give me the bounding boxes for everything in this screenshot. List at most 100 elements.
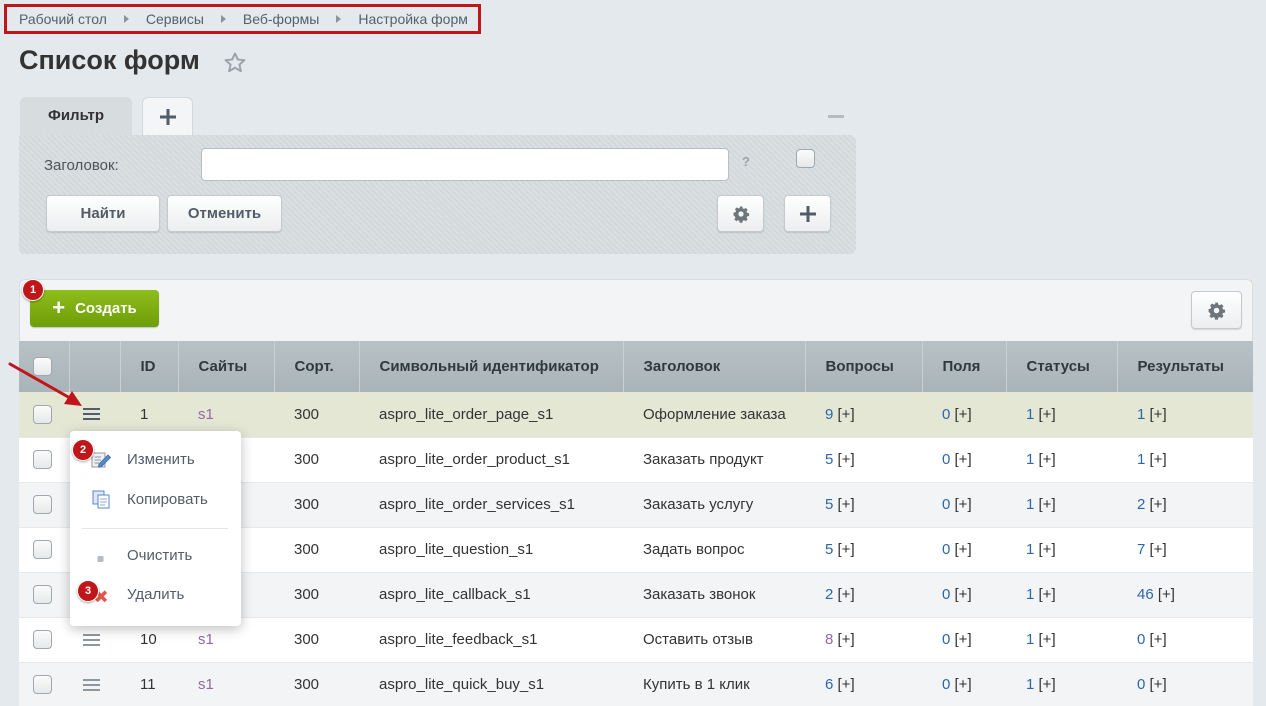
statuses-link[interactable]: 1 — [1026, 541, 1034, 558]
row-checkbox[interactable] — [33, 450, 52, 469]
add-field-link[interactable]: [+] — [955, 631, 972, 648]
add-question-link[interactable]: [+] — [838, 676, 855, 693]
add-status-link[interactable]: [+] — [1039, 676, 1056, 693]
questions-link[interactable]: 5 — [825, 541, 833, 558]
add-field-link[interactable]: [+] — [955, 676, 972, 693]
add-field-link[interactable]: [+] — [955, 451, 972, 468]
statuses-link[interactable]: 1 — [1026, 406, 1034, 423]
site-link[interactable]: s1 — [198, 631, 214, 648]
breadcrumb-form-settings[interactable]: Настройка форм — [358, 11, 468, 27]
add-result-link[interactable]: [+] — [1150, 676, 1167, 693]
add-field-link[interactable]: [+] — [955, 586, 972, 603]
add-question-link[interactable]: [+] — [838, 451, 855, 468]
add-result-link[interactable]: [+] — [1158, 586, 1175, 603]
menu-item-clear[interactable]: Очистить — [70, 537, 241, 573]
add-field-link[interactable]: [+] — [955, 406, 972, 423]
row-checkbox[interactable] — [33, 495, 52, 514]
add-question-link[interactable]: [+] — [838, 586, 855, 603]
table-row[interactable]: 11 s1 300 aspro_lite_quick_buy_s1 Купить в 1… — [19, 662, 1253, 706]
breadcrumb-services[interactable]: Сервисы — [146, 11, 204, 27]
column-header-sites[interactable]: Сайты — [178, 341, 275, 392]
row-menu-icon[interactable] — [83, 633, 100, 647]
row-checkbox[interactable] — [33, 630, 52, 649]
row-checkbox[interactable] — [33, 675, 52, 694]
statuses-link[interactable]: 1 — [1026, 451, 1034, 468]
questions-link[interactable]: 2 — [825, 586, 833, 603]
fields-link[interactable]: 0 — [942, 496, 950, 513]
breadcrumb-desktop[interactable]: Рабочий стол — [19, 11, 107, 27]
add-question-link[interactable]: [+] — [838, 406, 855, 423]
add-status-link[interactable]: [+] — [1039, 496, 1056, 513]
filter-title-input[interactable] — [201, 148, 729, 181]
results-link[interactable]: 1 — [1137, 406, 1145, 423]
list-settings-button[interactable] — [1191, 291, 1242, 329]
fields-link[interactable]: 0 — [942, 631, 950, 648]
results-link[interactable]: 0 — [1137, 631, 1145, 648]
column-header-id[interactable]: ID — [120, 341, 179, 392]
questions-link[interactable]: 5 — [825, 496, 833, 513]
column-header-results[interactable]: Результаты — [1117, 341, 1253, 392]
site-link[interactable]: s1 — [198, 406, 214, 423]
questions-link[interactable]: 9 — [825, 406, 833, 423]
statuses-link[interactable]: 1 — [1026, 496, 1034, 513]
statuses-link[interactable]: 1 — [1026, 586, 1034, 603]
row-checkbox[interactable] — [33, 540, 52, 559]
row-menu-icon[interactable] — [83, 678, 100, 692]
column-header-code[interactable]: Символьный идентификатор — [359, 341, 624, 392]
column-header-title[interactable]: Заголовок — [623, 341, 806, 392]
results-link[interactable]: 7 — [1137, 541, 1145, 558]
filter-settings-button[interactable] — [717, 195, 764, 232]
add-status-link[interactable]: [+] — [1039, 541, 1056, 558]
add-result-link[interactable]: [+] — [1150, 631, 1167, 648]
column-header-fields[interactable]: Поля — [922, 341, 1007, 392]
statuses-link[interactable]: 1 — [1026, 676, 1034, 693]
add-result-link[interactable]: [+] — [1150, 496, 1167, 513]
add-question-link[interactable]: [+] — [838, 631, 855, 648]
filter-checkbox[interactable] — [796, 149, 815, 168]
add-question-link[interactable]: [+] — [838, 496, 855, 513]
add-filter-tab[interactable] — [142, 97, 193, 135]
cell-questions: 5 [+] — [805, 527, 922, 573]
site-link[interactable]: s1 — [198, 676, 214, 693]
add-status-link[interactable]: [+] — [1039, 586, 1056, 603]
create-button[interactable]: + Создать — [30, 290, 159, 327]
column-header-questions[interactable]: Вопросы — [805, 341, 923, 392]
questions-link[interactable]: 5 — [825, 451, 833, 468]
column-header-sort[interactable]: Сорт. — [274, 341, 360, 392]
questions-link[interactable]: 8 — [825, 631, 833, 648]
fields-link[interactable]: 0 — [942, 451, 950, 468]
add-result-link[interactable]: [+] — [1150, 541, 1167, 558]
fields-link[interactable]: 0 — [942, 676, 950, 693]
statuses-link[interactable]: 1 — [1026, 631, 1034, 648]
collapse-filter-icon[interactable] — [828, 115, 844, 118]
add-result-link[interactable]: [+] — [1150, 406, 1167, 423]
help-icon[interactable]: ? — [742, 154, 750, 169]
add-status-link[interactable]: [+] — [1039, 631, 1056, 648]
results-link[interactable]: 0 — [1137, 676, 1145, 693]
star-icon[interactable] — [222, 50, 248, 76]
cell-site: s1 — [178, 662, 274, 706]
menu-item-edit[interactable]: Изменить — [70, 441, 241, 477]
row-checkbox[interactable] — [33, 585, 52, 604]
breadcrumb-webforms[interactable]: Веб-формы — [243, 11, 319, 27]
find-button[interactable]: Найти — [46, 195, 160, 232]
results-link[interactable]: 2 — [1137, 496, 1145, 513]
add-status-link[interactable]: [+] — [1039, 451, 1056, 468]
cancel-button[interactable]: Отменить — [167, 195, 282, 232]
menu-item-copy[interactable]: Копировать — [70, 481, 241, 517]
fields-link[interactable]: 0 — [942, 406, 950, 423]
fields-link[interactable]: 0 — [942, 541, 950, 558]
add-field-link[interactable]: [+] — [955, 541, 972, 558]
add-question-link[interactable]: [+] — [838, 541, 855, 558]
add-status-link[interactable]: [+] — [1039, 406, 1056, 423]
questions-link[interactable]: 6 — [825, 676, 833, 693]
add-field-link[interactable]: [+] — [955, 496, 972, 513]
results-link[interactable]: 1 — [1137, 451, 1145, 468]
add-result-link[interactable]: [+] — [1150, 451, 1167, 468]
filter-add-button[interactable] — [784, 195, 831, 232]
gear-icon — [1208, 302, 1226, 320]
column-header-statuses[interactable]: Статусы — [1006, 341, 1118, 392]
tab-filter[interactable]: Фильтр — [20, 97, 132, 137]
fields-link[interactable]: 0 — [942, 586, 950, 603]
results-link[interactable]: 46 — [1137, 586, 1154, 603]
